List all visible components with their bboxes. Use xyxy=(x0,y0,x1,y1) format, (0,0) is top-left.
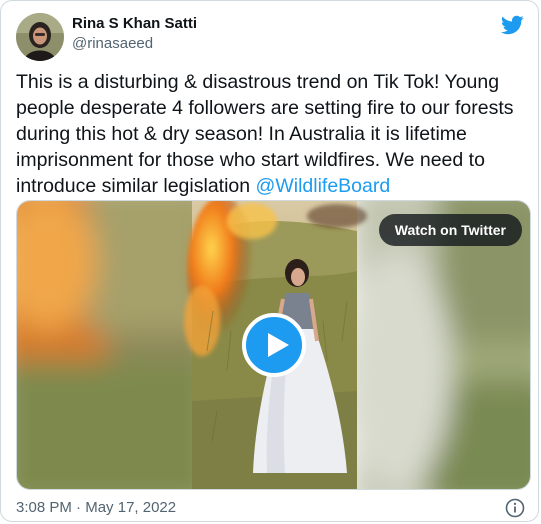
info-icon[interactable] xyxy=(505,498,525,518)
avatar-image xyxy=(16,13,64,61)
twitter-bird-icon[interactable] xyxy=(500,13,524,37)
author-name[interactable]: Rina S Khan Satti xyxy=(72,14,197,34)
tweet-card: Rina S Khan Satti @rinasaeed This is a d… xyxy=(0,0,539,522)
tweet-date[interactable]: May 17, 2022 xyxy=(85,499,176,516)
watch-on-twitter-button[interactable]: Watch on Twitter xyxy=(378,214,522,246)
video-player[interactable]: Watch on Twitter xyxy=(16,200,531,490)
tweet-time[interactable]: 3:08 PM xyxy=(16,499,72,516)
tweet-timestamp: 3:08 PM · May 17, 2022 xyxy=(16,498,176,518)
timestamp-separator: · xyxy=(76,499,82,516)
mention-link[interactable]: @WildlifeBoard xyxy=(256,175,391,197)
author-handle[interactable]: @rinasaeed xyxy=(72,34,153,54)
tweet-text: This is a disturbing & disastrous trend … xyxy=(16,69,526,199)
play-icon xyxy=(268,333,289,357)
play-button[interactable] xyxy=(242,313,306,377)
avatar[interactable] xyxy=(16,13,64,61)
